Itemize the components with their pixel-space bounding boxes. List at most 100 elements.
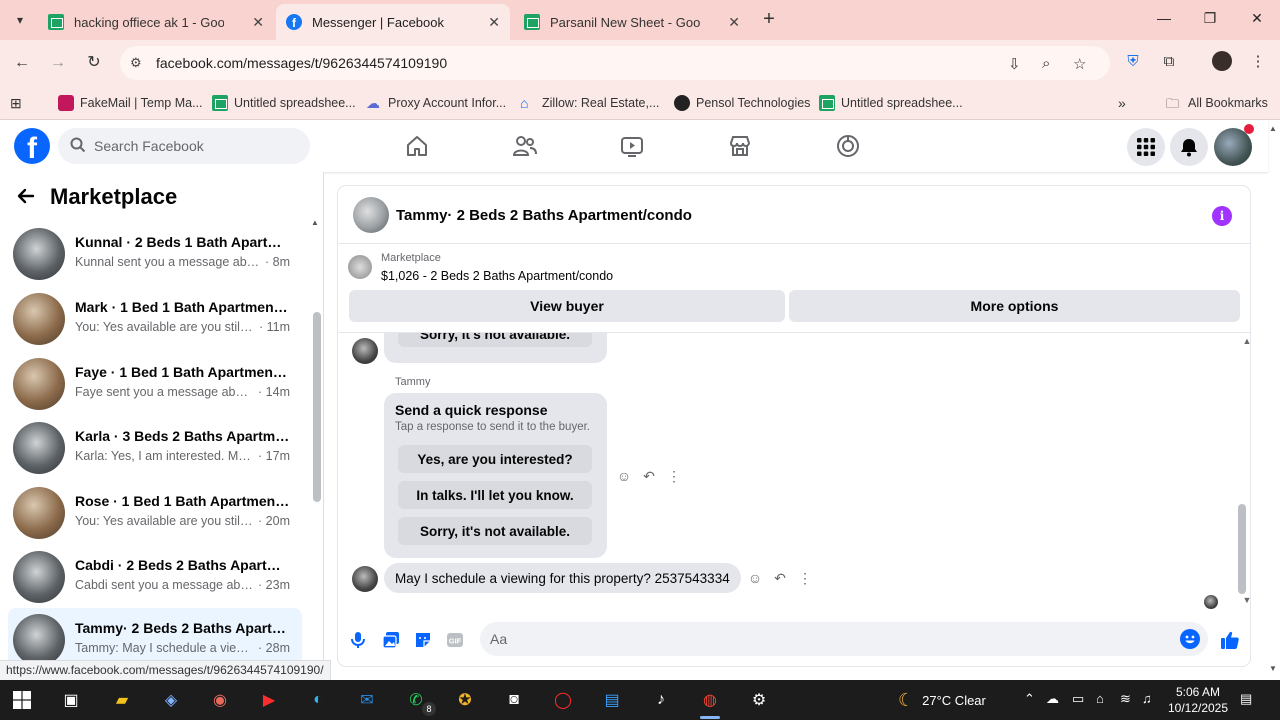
apps-grid-icon[interactable]: ⊞ (10, 92, 22, 114)
task-view-icon[interactable]: ▣ (53, 686, 89, 714)
video-icon[interactable] (617, 132, 647, 160)
tiktok-icon[interactable]: ♪ (643, 686, 679, 714)
home-icon[interactable] (402, 132, 432, 160)
sidebar-scroll-up-icon[interactable]: ▲ (311, 218, 319, 227)
tab-messenger-facebook[interactable]: f Messenger | Facebook ✕ (276, 4, 510, 40)
more-dots-icon[interactable]: ⋮ (796, 569, 814, 587)
reload-icon[interactable]: ↻ (83, 52, 105, 74)
gaming-icon[interactable] (833, 132, 863, 160)
conversation-rose[interactable]: Rose · 1 Bed 1 Bath Apartment/condo You:… (8, 481, 302, 545)
edge-browser-icon[interactable]: ◐ (300, 686, 336, 714)
message-bubble[interactable]: May I schedule a viewing for this proper… (384, 563, 741, 593)
quick-reply-not-available[interactable]: Sorry, it's not available. (398, 333, 592, 347)
opera-icon[interactable]: ◯ (545, 686, 581, 714)
reply-arrow-icon[interactable]: ↶ (640, 467, 658, 485)
bookmark-untitled-spreadsheet-2[interactable]: Untitled spreadshee... (819, 92, 963, 114)
bookmark-fakemail[interactable]: FakeMail | Temp Ma... (58, 92, 203, 114)
chrome-icon[interactable]: ◍ (692, 686, 728, 719)
notification-center-icon[interactable]: ▤ (1240, 691, 1252, 707)
emoji-icon[interactable] (1180, 629, 1200, 649)
conversation-mark[interactable]: Mark · 1 Bed 1 Bath Apartment/condo You:… (8, 287, 302, 351)
shield-extension-icon[interactable]: ⛨ (1122, 50, 1144, 72)
bookmark-zillow[interactable]: ⌂ Zillow: Real Estate,... (520, 92, 659, 114)
settings-gear-icon[interactable]: ⚙ (741, 686, 777, 714)
react-smiley-icon[interactable]: ☺ (615, 467, 633, 485)
close-window-icon[interactable]: ✕ (1247, 10, 1267, 27)
bookmark-star-icon[interactable]: ☆ (1073, 55, 1086, 73)
thread-scrollbar[interactable] (1238, 504, 1246, 594)
tab-search-chevron-icon[interactable]: ▾ (8, 8, 32, 32)
thumbs-up-like-icon[interactable] (1220, 630, 1240, 650)
install-app-icon[interactable]: ⇩ (1008, 55, 1021, 73)
listing-title[interactable]: $1,026 - 2 Beds 2 Baths Apartment/condo (381, 269, 613, 283)
address-bar[interactable]: ⚙ facebook.com/messages/t/96263445741091… (120, 46, 1110, 80)
chat-avatar[interactable] (353, 197, 389, 233)
close-tab-icon[interactable]: ✕ (728, 14, 740, 31)
settings-app-icon[interactable]: ◙ (496, 686, 532, 714)
close-tab-icon[interactable]: ✕ (488, 14, 500, 31)
quick-reply-in-talks[interactable]: In talks. I'll let you know. (398, 481, 592, 509)
facebook-search[interactable]: Search Facebook (58, 128, 310, 164)
gif-icon[interactable]: GIF (445, 630, 465, 650)
conversation-karla[interactable]: Karla · 3 Beds 2 Baths Apartment/condo K… (8, 416, 302, 480)
copilot-icon[interactable]: ◈ (153, 686, 189, 714)
cloud-icon[interactable]: ☁ (1046, 691, 1059, 707)
account-avatar[interactable] (1214, 124, 1254, 166)
message-input[interactable] (490, 622, 1170, 656)
quick-reply-not-available[interactable]: Sorry, it's not available. (398, 517, 592, 545)
outlook-icon[interactable]: ✉ (349, 686, 385, 714)
sticker-icon[interactable] (413, 630, 433, 650)
wifi-icon[interactable]: ≋ (1120, 691, 1131, 707)
quick-reply-interested[interactable]: Yes, are you interested? (398, 445, 592, 473)
more-dots-icon[interactable]: ⋮ (665, 467, 683, 485)
all-bookmarks-button[interactable]: 🗀 All Bookmarks (1166, 92, 1268, 114)
tab-google-sheets-2[interactable]: Parsanil New Sheet - Google Sh ✕ (514, 4, 750, 40)
notifications-bell-icon[interactable] (1170, 128, 1208, 166)
media-app-icon[interactable]: ◉ (202, 686, 238, 714)
page-scroll-down-icon[interactable]: ▼ (1269, 664, 1277, 673)
more-bookmarks-chevron-icon[interactable]: » (1118, 92, 1126, 114)
back-arrow-icon[interactable] (16, 186, 40, 210)
system-clock[interactable]: 5:06 AM 10/12/2025 (1166, 684, 1230, 716)
microsoft-store-icon[interactable]: ▤ (594, 686, 630, 714)
page-scroll-up-icon[interactable]: ▲ (1269, 124, 1277, 133)
back-arrow-icon[interactable]: ← (11, 52, 33, 74)
minimize-icon[interactable]: — (1154, 10, 1174, 26)
bookmark-pensol[interactable]: Pensol Technologies (674, 92, 810, 114)
marketplace-icon[interactable] (725, 132, 755, 160)
thread-scroll-up-icon[interactable]: ▲ (1238, 333, 1250, 350)
whatsapp-icon[interactable]: ✆ 8 (398, 686, 436, 716)
bookmark-untitled-spreadsheet-1[interactable]: Untitled spreadshee... (212, 92, 356, 114)
reply-arrow-icon[interactable]: ↶ (771, 569, 789, 587)
conversation-cabdi[interactable]: Cabdi · 2 Beds 2 Baths Apartment/condo C… (8, 545, 302, 609)
chat-title[interactable]: Tammy· 2 Beds 2 Baths Apartment/condo (396, 207, 692, 224)
microphone-icon[interactable] (348, 630, 368, 650)
sidebar-scrollbar[interactable] (313, 312, 321, 502)
more-options-button[interactable]: More options (789, 290, 1240, 322)
restore-icon[interactable]: ❐ (1200, 10, 1220, 27)
windows-start-icon[interactable] (4, 686, 40, 714)
file-explorer-icon[interactable]: ▰ (104, 686, 140, 714)
react-smiley-icon[interactable]: ☺ (746, 569, 764, 587)
profile-avatar-icon[interactable] (1211, 50, 1233, 72)
bookmark-proxy-account[interactable]: ☁ Proxy Account Infor... (366, 92, 506, 114)
site-settings-icon[interactable]: ⚙ (130, 55, 148, 71)
volume-icon[interactable]: ♫ (1142, 691, 1152, 706)
weather-widget[interactable]: ☾ 27°C Clear (898, 690, 986, 711)
close-tab-icon[interactable]: ✕ (252, 14, 264, 31)
zoom-icon[interactable]: ⌕ (1042, 55, 1050, 72)
forward-arrow-icon[interactable]: → (47, 52, 69, 74)
conversation-faye[interactable]: Faye · 1 Bed 1 Bath Apartment/condo Faye… (8, 352, 302, 416)
browser-menu-icon[interactable]: ⋮ (1247, 50, 1269, 72)
photo-icon[interactable] (381, 630, 401, 650)
medal-app-icon[interactable]: ✪ (447, 686, 483, 714)
new-tab-plus-icon[interactable]: + (758, 8, 780, 30)
youtube-icon[interactable]: ▶ (251, 686, 287, 714)
view-buyer-button[interactable]: View buyer (349, 290, 785, 322)
friends-icon[interactable] (510, 132, 540, 160)
network-icon[interactable]: ⌂ (1096, 691, 1104, 706)
conversation-kunnal[interactable]: Kunnal · 2 Beds 1 Bath Apartment/condo K… (8, 222, 302, 286)
info-icon[interactable]: i (1212, 206, 1232, 226)
extensions-puzzle-icon[interactable]: ⧉ (1158, 50, 1180, 72)
battery-icon[interactable]: ▭ (1072, 691, 1084, 707)
